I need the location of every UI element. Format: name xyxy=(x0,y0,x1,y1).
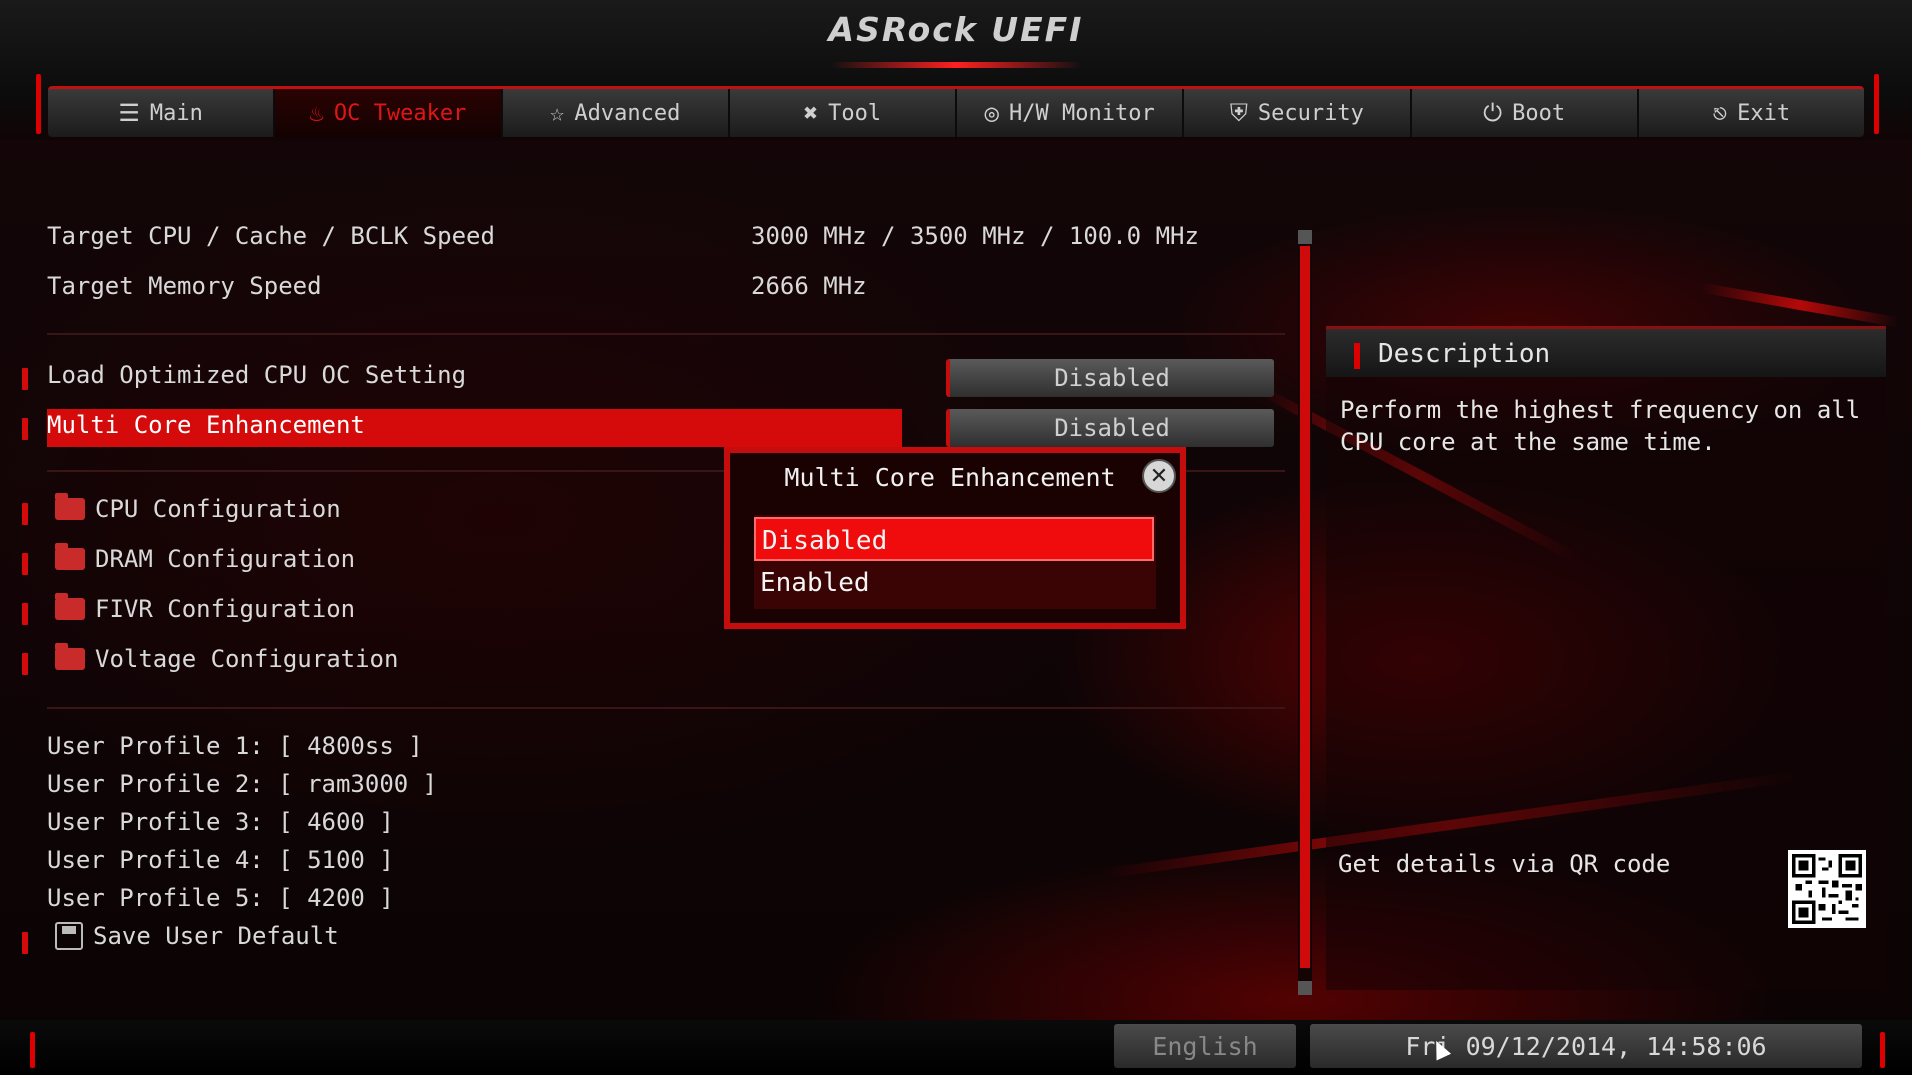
setting-value-multi-core-enhancement[interactable]: Disabled xyxy=(946,409,1274,447)
row-marker xyxy=(22,418,28,440)
folder-icon xyxy=(55,643,85,670)
setting-load-optimized-cpu-oc[interactable]: Load Optimized CPU OC Setting xyxy=(47,361,466,389)
tab-label: Advanced xyxy=(574,100,681,126)
tab-label: H/W Monitor xyxy=(1009,100,1155,126)
tab-label: Main xyxy=(149,100,203,126)
tab-tool[interactable]: ✖ Tool xyxy=(730,89,957,137)
tools-icon: ✖ xyxy=(803,99,819,127)
datetime-display: Fri 09/12/2014, 14:58:06 xyxy=(1310,1024,1862,1068)
divider xyxy=(47,707,1285,709)
flame-icon: ♨ xyxy=(309,99,324,127)
user-profile-3[interactable]: User Profile 3: [ 4600 ] xyxy=(47,808,394,836)
app-logo: ASRock UEFI xyxy=(828,10,1084,49)
save-user-default-label: Save User Default xyxy=(93,922,339,950)
description-header: Description xyxy=(1326,326,1886,377)
popup-option-list: Disabled Enabled xyxy=(754,515,1156,609)
tab-exit[interactable]: ⎋ Exit xyxy=(1639,89,1864,137)
footer-rail-right xyxy=(1880,1032,1885,1068)
tab-boot[interactable]: ⏻ Boot xyxy=(1412,89,1639,137)
description-marker xyxy=(1354,343,1360,369)
scrollbar[interactable] xyxy=(1298,230,1312,995)
tab-main[interactable]: ☰ Main xyxy=(48,89,276,137)
tab-oc-tweaker[interactable]: ♨ OC Tweaker xyxy=(275,89,503,137)
user-profile-1[interactable]: User Profile 1: [ 4800ss ] xyxy=(47,732,423,760)
qr-code-icon[interactable] xyxy=(1788,850,1866,928)
submenu-voltage-configuration[interactable]: Voltage Configuration xyxy=(55,643,399,673)
close-icon[interactable]: ✕ xyxy=(1142,459,1176,493)
row-marker xyxy=(22,553,28,575)
tab-advanced[interactable]: ☆ Advanced xyxy=(503,89,730,137)
submenu-dram-configuration[interactable]: DRAM Configuration xyxy=(55,543,356,573)
star-icon: ☆ xyxy=(549,99,565,127)
row-marker xyxy=(22,932,28,954)
tab-hw-monitor[interactable]: ◎ H/W Monitor xyxy=(957,89,1185,137)
divider xyxy=(47,333,1285,335)
info-label-cpu-speed: Target CPU / Cache / BCLK Speed xyxy=(47,222,495,250)
popup-title: Multi Core Enhancement xyxy=(784,463,1116,492)
setting-multi-core-enhancement[interactable]: Multi Core Enhancement xyxy=(47,411,365,439)
folder-icon xyxy=(55,493,85,520)
option-disabled[interactable]: Disabled xyxy=(754,517,1154,561)
user-profile-4[interactable]: User Profile 4: [ 5100 ] xyxy=(47,846,394,874)
power-icon: ⏻ xyxy=(1483,99,1503,127)
submenu-label: CPU Configuration xyxy=(95,495,341,523)
logo-underline xyxy=(830,62,1082,68)
language-button[interactable]: English xyxy=(1114,1024,1296,1068)
tab-label: OC Tweaker xyxy=(333,100,467,126)
row-marker xyxy=(22,368,28,390)
qr-label: Get details via QR code xyxy=(1338,850,1671,878)
description-title: Description xyxy=(1378,339,1551,369)
tab-label: Security xyxy=(1257,100,1364,126)
user-profile-2[interactable]: User Profile 2: [ ram3000 ] xyxy=(47,770,437,798)
tab-label: Tool xyxy=(828,100,882,126)
submenu-label: Voltage Configuration xyxy=(95,645,399,673)
submenu-label: DRAM Configuration xyxy=(95,545,356,573)
scroll-down-arrow[interactable] xyxy=(1298,981,1312,995)
submenu-cpu-configuration[interactable]: CPU Configuration xyxy=(55,493,341,523)
list-icon: ☰ xyxy=(118,99,140,127)
header-rail-right xyxy=(1874,74,1879,134)
submenu-fivr-configuration[interactable]: FIVR Configuration xyxy=(55,593,356,623)
tab-security[interactable]: ⛨ Security xyxy=(1184,89,1412,137)
info-value-memory-speed: 2666 MHz xyxy=(751,272,867,300)
row-marker xyxy=(22,653,28,675)
option-popup: Multi Core Enhancement ✕ Disabled Enable… xyxy=(724,447,1186,629)
folder-icon xyxy=(55,593,85,620)
info-label-memory-speed: Target Memory Speed xyxy=(47,272,322,300)
scroll-up-arrow[interactable] xyxy=(1298,230,1312,244)
row-marker xyxy=(22,603,28,625)
save-user-default[interactable]: Save User Default xyxy=(55,922,339,950)
tab-bar: ☰ Main ♨ OC Tweaker ☆ Advanced ✖ Tool ◎ … xyxy=(48,86,1864,137)
exit-icon: ⎋ xyxy=(1712,99,1728,127)
scrollbar-thumb[interactable] xyxy=(1300,246,1310,968)
floppy-icon xyxy=(55,922,83,950)
user-profile-5[interactable]: User Profile 5: [ 4200 ] xyxy=(47,884,394,912)
setting-value-load-optimized-cpu-oc[interactable]: Disabled xyxy=(946,359,1274,397)
info-value-cpu-speed: 3000 MHz / 3500 MHz / 100.0 MHz xyxy=(751,222,1199,250)
option-enabled[interactable]: Enabled xyxy=(754,561,1154,605)
folder-icon xyxy=(55,543,85,570)
tab-label: Boot xyxy=(1512,100,1566,126)
row-marker xyxy=(22,503,28,525)
submenu-label: FIVR Configuration xyxy=(95,595,356,623)
description-panel: Description Perform the highest frequenc… xyxy=(1326,326,1886,990)
footer-rail-left xyxy=(30,1032,35,1068)
header-rail-left xyxy=(36,74,41,134)
description-text: Perform the highest frequency on all CPU… xyxy=(1340,396,1861,456)
tab-label: Exit xyxy=(1737,100,1791,126)
monitor-icon: ◎ xyxy=(984,99,999,127)
shield-icon: ⛨ xyxy=(1229,99,1248,127)
